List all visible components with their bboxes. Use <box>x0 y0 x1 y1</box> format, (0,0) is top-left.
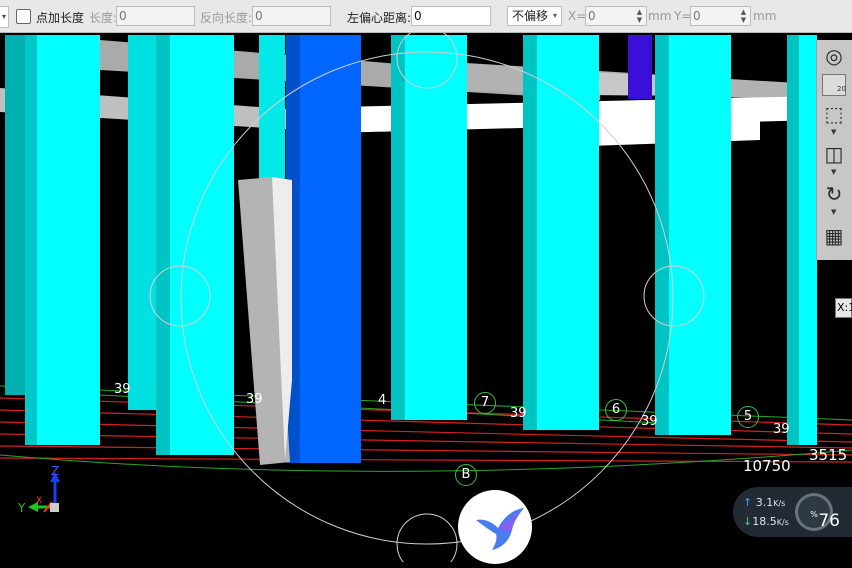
axis-x-label: X <box>36 496 43 506</box>
rotate-button[interactable]: ↻ <box>821 182 847 206</box>
y-label: Y= <box>674 9 692 23</box>
purple-column <box>628 35 652 99</box>
checkbox-icon[interactable] <box>16 9 31 24</box>
download-value: 18.5 <box>752 515 777 528</box>
partial-label: 39 <box>246 392 263 407</box>
dimension-secondary: 3515 <box>809 446 848 464</box>
y-spinner-icon[interactable]: ▲ ▼ <box>738 8 749 24</box>
left-offset-value: 0 <box>414 9 422 23</box>
axis-z-label: Z <box>51 464 60 478</box>
x-unit: mm <box>648 9 672 23</box>
partial-label: 39 <box>510 406 527 421</box>
x-label: X= <box>568 9 587 23</box>
sphere-view-button[interactable]: ◎ <box>821 44 847 68</box>
y-unit: mm <box>753 9 777 23</box>
dropdown-arrow-icon[interactable]: ▾ <box>0 6 9 28</box>
grid-label-6: 6 <box>605 399 627 421</box>
network-speed-widget: ↑ 3.1K/s ↓18.5K/s 76% <box>733 487 852 537</box>
view-toolbar: ◎ 20 ⬚ ▼ ◫ ▼ ↻ ▼ ▦ <box>816 40 852 260</box>
grid-view-icon: ▦ <box>824 224 844 248</box>
toolbar: ▾ 点加长度 长度: 0 反向长度: 0 左偏心距离: 0 不偏移 ▾ X= 0 ▲… <box>0 0 852 33</box>
left-offset-input[interactable]: 0 <box>411 6 491 26</box>
y-input[interactable]: 0 ▲ ▼ <box>690 6 751 26</box>
grid-view-button[interactable]: ▦ <box>821 224 847 248</box>
hummingbird-logo-icon[interactable] <box>458 490 532 564</box>
download-speed: ↓18.5K/s <box>743 515 789 528</box>
grid-label-5: 5 <box>737 406 759 428</box>
coordinate-tooltip: X:1 <box>835 298 852 318</box>
chevron-down-icon[interactable]: ▼ <box>831 208 836 216</box>
y-value: 0 <box>693 9 701 23</box>
partial-label: 4 <box>378 393 387 408</box>
reverse-length-value: 0 <box>255 9 263 23</box>
memory-gauge[interactable]: 76% <box>795 493 840 531</box>
scene-canvas[interactable] <box>0 33 852 562</box>
chevron-down-icon[interactable]: ▼ <box>831 168 836 176</box>
offset-mode-select[interactable]: 不偏移 ▾ <box>507 6 562 26</box>
offset-mode-value: 不偏移 <box>512 9 549 23</box>
gauge-value: 76 <box>818 511 840 531</box>
grid-label-b: B <box>455 464 477 486</box>
2d-view-button[interactable]: 20 <box>822 74 846 96</box>
cube-view-icon: ⬚ <box>824 102 844 126</box>
x-input[interactable]: 0 ▲ ▼ <box>585 6 647 26</box>
reverse-length-input[interactable]: 0 <box>252 6 331 26</box>
x-value: 0 <box>588 9 596 23</box>
partial-label: 39 <box>114 382 131 397</box>
box-view-button[interactable]: ◫ <box>821 142 847 166</box>
partial-label: 39 <box>641 414 658 429</box>
x-spinner-icon[interactable]: ▲ ▼ <box>634 8 645 24</box>
upload-value: 3.1 <box>755 496 774 509</box>
chevron-down-icon[interactable]: ▼ <box>831 128 836 136</box>
length-label: 长度: <box>89 11 118 25</box>
dimension-primary: 10750 <box>743 457 791 475</box>
3d-viewport[interactable]: 7 6 5 B 39 39 39 39 39 4 10750 3515 Z Y … <box>0 33 852 562</box>
upload-unit: K/s <box>773 499 786 508</box>
add-length-label: 点加长度 <box>36 11 85 25</box>
left-offset-label: 左偏心距离: <box>347 11 412 25</box>
upload-arrow-icon: ↑ <box>743 496 753 509</box>
2d-view-scale: 20 <box>837 85 846 93</box>
sphere-view-icon: ◎ <box>825 44 843 68</box>
axis-y-label: Y <box>18 501 26 515</box>
reverse-length-label: 反向长度: <box>200 11 253 25</box>
download-unit: K/s <box>776 518 789 527</box>
length-input[interactable]: 0 <box>116 6 195 26</box>
grid-label-7: 7 <box>474 392 496 414</box>
upload-speed: ↑ 3.1K/s <box>743 496 785 509</box>
partial-label: 39 <box>773 422 790 437</box>
rotate-icon: ↻ <box>825 182 843 206</box>
chevron-down-icon: ▾ <box>552 11 557 20</box>
length-value: 0 <box>119 9 127 23</box>
box-view-icon: ◫ <box>824 142 844 166</box>
download-arrow-icon: ↓ <box>743 515 753 528</box>
cube-view-button[interactable]: ⬚ <box>821 102 847 126</box>
